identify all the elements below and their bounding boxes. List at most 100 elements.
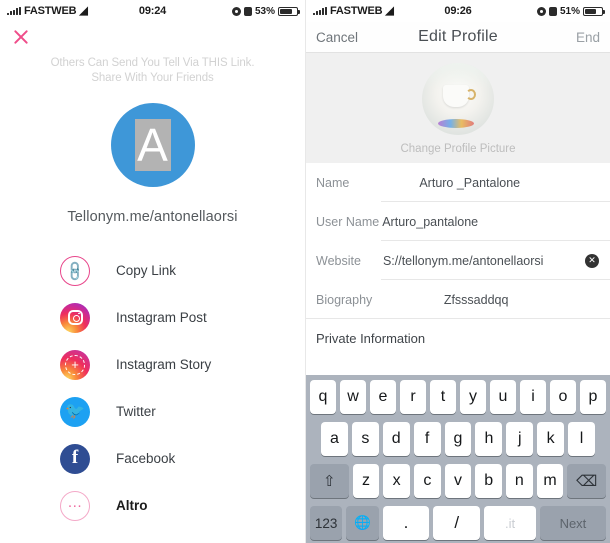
status-bar-right-group: 53%: [231, 5, 300, 17]
key-e[interactable]: e: [370, 380, 396, 414]
space-key[interactable]: .it: [484, 506, 536, 540]
field-row-biography[interactable]: Biography Zfsssaddqq: [306, 280, 610, 319]
key-i[interactable]: i: [520, 380, 546, 414]
share-option-label: Instagram Story: [116, 357, 212, 372]
profile-url[interactable]: Tellonym.me/antonellaorsi: [0, 209, 305, 225]
numbers-key[interactable]: 123: [310, 506, 343, 540]
globe-icon[interactable]: 🌐: [346, 506, 379, 540]
keyboard-row-1: q w e r t y u i o p: [308, 380, 608, 414]
right-status-bar: FASTWEB ◢ 09:26 51%: [306, 0, 610, 22]
key-y[interactable]: y: [460, 380, 486, 414]
share-option-twitter[interactable]: 🐦 Twitter: [0, 388, 305, 435]
on-screen-keyboard: q w e r t y u i o p a s d f g h j k l ⇧ …: [306, 375, 610, 543]
key-b[interactable]: b: [475, 464, 503, 498]
shift-key[interactable]: ⇧: [309, 464, 349, 498]
share-option-instagram-post[interactable]: Instagram Post: [0, 294, 305, 341]
left-screen-share-sheet: FASTWEB ◢ 09:24 53% Others Can Send You …: [0, 0, 305, 543]
website-input[interactable]: S://tellonym.me/antonellaorsi: [383, 254, 585, 268]
key-t[interactable]: t: [430, 380, 456, 414]
slash-key[interactable]: /: [433, 506, 481, 540]
period-key[interactable]: .: [382, 506, 430, 540]
key-h[interactable]: h: [475, 422, 503, 456]
share-option-label: Altro: [116, 498, 148, 513]
share-option-label: Copy Link: [116, 263, 177, 278]
name-input[interactable]: Arturo _Pantalone: [419, 176, 610, 190]
twitter-icon: 🐦: [60, 396, 90, 427]
key-n[interactable]: n: [506, 464, 533, 498]
key-u[interactable]: u: [490, 380, 516, 414]
key-x[interactable]: x: [383, 464, 410, 498]
battery-icon: [583, 6, 605, 16]
key-q[interactable]: q: [310, 380, 336, 414]
share-option-label: Twitter: [116, 404, 156, 419]
coffee-cup-shape: [443, 85, 469, 107]
key-l[interactable]: l: [568, 422, 596, 456]
profile-picture-section[interactable]: Change Profile Picture: [306, 53, 610, 163]
close-button-row: [0, 22, 305, 46]
key-f[interactable]: f: [413, 422, 441, 456]
signal-strength-icon: [7, 7, 21, 15]
signal-strength-icon: [313, 7, 327, 15]
keyboard-row-3: ⇧ z x c v b n m ⌫: [308, 464, 608, 498]
key-g[interactable]: g: [444, 422, 472, 456]
field-label: User Name: [316, 214, 380, 229]
key-d[interactable]: d: [382, 422, 410, 456]
share-caption-line2: Share With Your Friends: [91, 72, 214, 84]
field-row-username[interactable]: User Name Arturo_pantalone: [306, 202, 610, 241]
copy-link-icon: 🔗: [60, 255, 90, 286]
key-m[interactable]: m: [536, 464, 564, 498]
key-w[interactable]: w: [340, 380, 366, 414]
colorful-saucer-shape: [438, 119, 474, 128]
key-v[interactable]: v: [444, 464, 472, 498]
key-s[interactable]: s: [351, 422, 379, 456]
share-option-label: Facebook: [116, 451, 176, 466]
key-j[interactable]: j: [506, 422, 534, 456]
instagram-story-icon: +: [60, 349, 90, 380]
field-row-website[interactable]: Website S://tellonym.me/antonellaorsi ✕: [306, 241, 610, 280]
wifi-icon: ◢: [79, 4, 88, 17]
battery-icon: [278, 6, 300, 16]
share-option-instagram-story[interactable]: + Instagram Story: [0, 341, 305, 388]
dual-screenshot-container: FASTWEB ◢ 09:24 53% Others Can Send You …: [0, 0, 610, 543]
keyboard-row-4: 123 🌐 . / .it Next: [308, 506, 608, 540]
field-row-name[interactable]: Name Arturo _Pantalone: [306, 163, 610, 202]
avatar: A: [110, 103, 195, 187]
carrier-name: FASTWEB: [24, 5, 77, 17]
wifi-icon: ◢: [385, 4, 394, 17]
avatar-container: A: [0, 103, 305, 187]
done-button[interactable]: End: [576, 30, 600, 45]
cancel-button[interactable]: Cancel: [316, 30, 358, 45]
biography-input[interactable]: Zfsssaddqq: [372, 293, 610, 307]
profile-picture-image[interactable]: [422, 63, 494, 135]
battery-percent: 53%: [254, 5, 275, 17]
clear-icon[interactable]: ✕: [585, 253, 599, 268]
more-icon: …: [60, 490, 90, 521]
key-r[interactable]: r: [400, 380, 426, 414]
instagram-post-icon: [60, 302, 90, 333]
share-option-more[interactable]: … Altro: [0, 482, 305, 529]
field-label: Name: [316, 175, 350, 190]
key-p[interactable]: p: [580, 380, 606, 414]
key-o[interactable]: o: [550, 380, 576, 414]
share-caption-line1: Others Can Send You Tell Via THIS Link.: [50, 57, 255, 69]
profile-form: Name Arturo _Pantalone User Name Arturo_…: [306, 163, 610, 355]
lock-icon: [243, 6, 252, 16]
key-z[interactable]: z: [352, 464, 380, 498]
share-option-facebook[interactable]: f Facebook: [0, 435, 305, 482]
navigation-bar: Cancel Edit Profile End: [306, 22, 610, 52]
left-status-bar: FASTWEB ◢ 09:24 53%: [0, 0, 305, 22]
close-icon[interactable]: [12, 28, 30, 46]
share-option-copy-link[interactable]: 🔗 Copy Link: [0, 247, 305, 294]
avatar-letter: A: [137, 119, 168, 171]
username-input[interactable]: Arturo_pantalone: [382, 215, 610, 229]
key-c[interactable]: c: [414, 464, 441, 498]
key-k[interactable]: k: [537, 422, 565, 456]
next-key[interactable]: Next: [539, 506, 607, 540]
right-screen-edit-profile: FASTWEB ◢ 09:26 51% Cancel Edit Profile …: [305, 0, 610, 543]
field-label: Biography: [316, 292, 373, 307]
key-a[interactable]: a: [321, 422, 348, 456]
backspace-key[interactable]: ⌫: [567, 464, 607, 498]
private-information-header: Private Information: [306, 319, 610, 355]
change-profile-picture-label[interactable]: Change Profile Picture: [400, 143, 515, 155]
location-icon: [536, 6, 546, 16]
